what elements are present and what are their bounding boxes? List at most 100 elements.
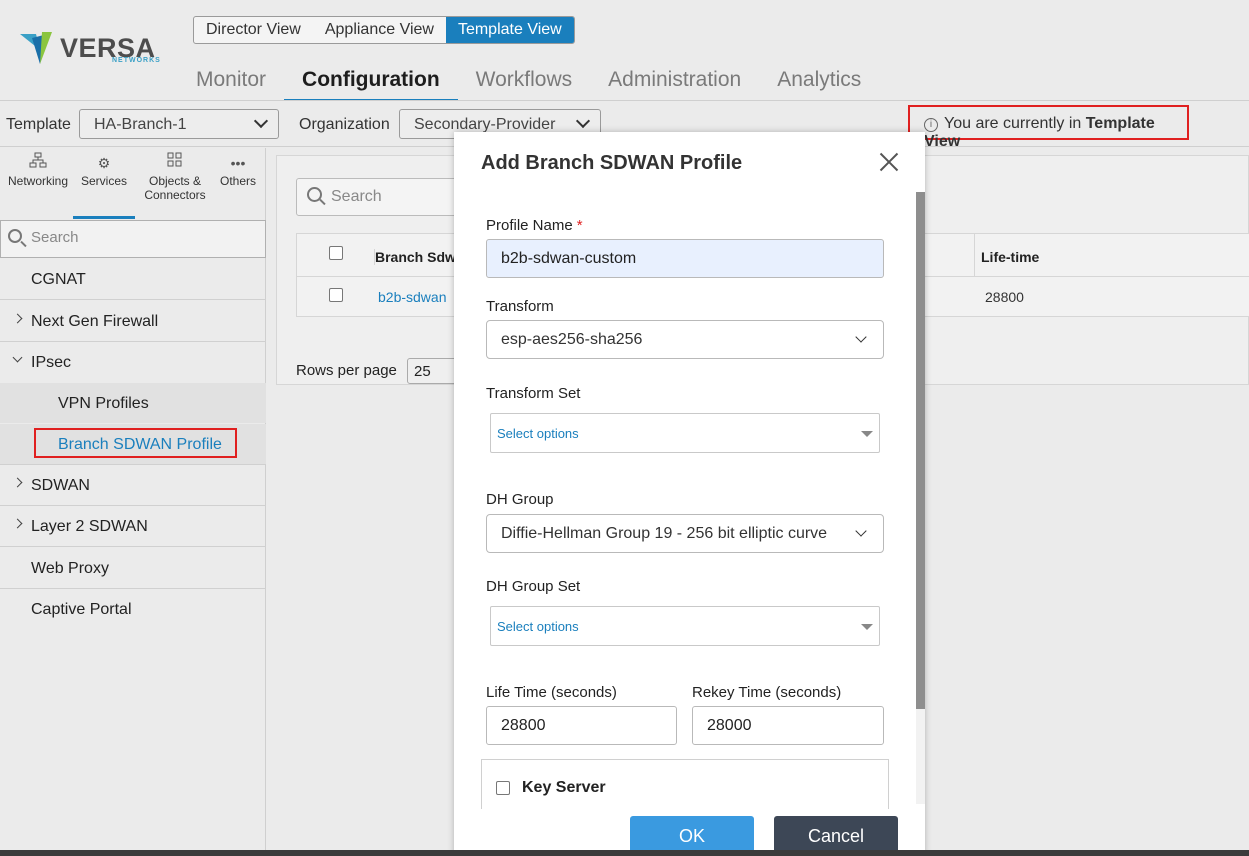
objects-icon (139, 152, 211, 174)
modal-title: Add Branch SDWAN Profile (481, 152, 743, 174)
chevron-down-icon (855, 525, 867, 537)
dh-group-set-placeholder: Select options (497, 619, 579, 634)
app-header: VERSA NETWORKS Director View Appliance V… (0, 0, 1249, 102)
tab-others[interactable]: ••• Others (214, 152, 262, 188)
template-select[interactable]: HA-Branch-1 (79, 109, 279, 139)
dh-group-set-multiselect[interactable]: Select options (490, 606, 880, 646)
template-view-notice: i You are currently in Template View (908, 105, 1189, 150)
life-time-label: Life Time (seconds) (486, 684, 617, 701)
transform-set-multiselect[interactable]: Select options (490, 413, 880, 453)
nav-configuration[interactable]: Configuration (284, 62, 458, 102)
sidebar-search (0, 220, 266, 258)
chevron-right-icon (12, 477, 23, 488)
sidebar-item-branch-sdwan-profile[interactable]: Branch SDWAN Profile (0, 424, 266, 465)
tab-objects-connectors[interactable]: Objects & Connectors (139, 152, 211, 202)
main-nav: Monitor Configuration Workflows Administ… (178, 62, 879, 102)
chevron-down-icon (855, 331, 867, 343)
add-branch-sdwan-profile-modal: Add Branch SDWAN Profile Profile Name* T… (454, 132, 925, 856)
key-server-section: Key Server (481, 759, 889, 809)
profile-name-input[interactable] (486, 239, 884, 278)
tab-others-label: Others (219, 174, 256, 188)
sidebar-item-label: Web Proxy (31, 560, 109, 577)
column-life-time[interactable]: Life-time (981, 249, 1039, 265)
organization-label: Organization (299, 116, 390, 133)
sidebar-tabs: Networking ⚙ Services Objects & Connecto… (0, 148, 266, 219)
appliance-view-button[interactable]: Appliance View (313, 17, 446, 43)
dh-group-value: Diffie-Hellman Group 19 - 256 bit ellipt… (501, 525, 828, 542)
column-branch-sdwan[interactable]: Branch Sdwa (374, 249, 464, 265)
nav-analytics[interactable]: Analytics (759, 62, 879, 99)
template-select-value: HA-Branch-1 (94, 116, 187, 133)
required-marker: * (576, 217, 583, 234)
row-name-link[interactable]: b2b-sdwan (378, 289, 447, 305)
sidebar-item-captive-portal[interactable]: Captive Portal (0, 589, 266, 630)
sidebar-search-input[interactable] (31, 229, 251, 246)
sidebar-item-label: Layer 2 SDWAN (31, 518, 148, 535)
select-all-checkbox[interactable] (329, 246, 343, 260)
caret-down-icon (861, 624, 873, 630)
sidebar-item-label: Captive Portal (31, 601, 132, 618)
tab-networking-label: Networking (7, 174, 69, 188)
transform-label: Transform (486, 298, 554, 315)
life-time-input[interactable] (486, 706, 677, 745)
chevron-down-icon (575, 113, 591, 129)
tab-services[interactable]: ⚙ Services (73, 152, 135, 219)
template-label: Template (6, 116, 71, 133)
versa-logo: VERSA NETWORKS (18, 26, 160, 70)
logo-subtext: NETWORKS (112, 57, 161, 64)
nav-administration[interactable]: Administration (590, 62, 759, 99)
profile-name-label-text: Profile Name (486, 217, 573, 234)
profile-name-label: Profile Name * (486, 217, 583, 234)
modal-scrollbar-thumb[interactable] (916, 192, 925, 709)
rows-per-page-label: Rows per page (296, 362, 397, 379)
rows-per-page-select[interactable]: 25 (407, 358, 457, 384)
tab-objects-label: Objects & Connectors (144, 174, 206, 202)
director-view-button[interactable]: Director View (194, 17, 313, 43)
versa-logo-icon (20, 32, 52, 64)
dh-group-set-label: DH Group Set (486, 578, 581, 595)
sidebar-item-label: IPsec (31, 354, 72, 371)
sidebar: Networking ⚙ Services Objects & Connecto… (0, 148, 266, 856)
chevron-right-icon (12, 313, 23, 324)
sidebar-item-label: Next Gen Firewall (31, 313, 159, 330)
nav-workflows[interactable]: Workflows (458, 62, 590, 99)
sidebar-item-label: Branch SDWAN Profile (58, 436, 222, 453)
sidebar-item-next-gen-firewall[interactable]: Next Gen Firewall (0, 301, 266, 342)
sidebar-item-layer2-sdwan[interactable]: Layer 2 SDWAN (0, 506, 266, 547)
chevron-right-icon (12, 518, 23, 529)
transform-set-label: Transform Set (486, 385, 581, 402)
tab-networking[interactable]: Networking (4, 152, 72, 188)
sidebar-item-label: SDWAN (31, 477, 90, 494)
caret-down-icon (861, 431, 873, 437)
chevron-down-icon (12, 352, 23, 363)
dh-group-select[interactable]: Diffie-Hellman Group 19 - 256 bit ellipt… (486, 514, 884, 553)
row-lifetime: 28800 (985, 289, 1024, 305)
row-checkbox[interactable] (329, 288, 343, 302)
sidebar-item-sdwan[interactable]: SDWAN (0, 465, 266, 506)
sidebar-item-ipsec[interactable]: IPsec (0, 342, 266, 383)
others-icon: ••• (230, 155, 246, 171)
rekey-time-input[interactable] (692, 706, 884, 745)
networking-icon (4, 152, 72, 174)
template-view-button[interactable]: Template View (445, 17, 574, 43)
content-search-input[interactable] (331, 188, 461, 206)
sidebar-item-vpn-profiles[interactable]: VPN Profiles (0, 383, 266, 423)
search-icon (8, 229, 22, 243)
close-icon[interactable] (878, 151, 900, 173)
nav-monitor[interactable]: Monitor (178, 62, 284, 99)
transform-set-placeholder: Select options (497, 426, 579, 441)
content-search (296, 178, 466, 216)
sidebar-item-web-proxy[interactable]: Web Proxy (0, 548, 266, 589)
key-server-checkbox[interactable] (496, 781, 510, 795)
key-server-label: Key Server (522, 779, 606, 796)
sidebar-item-label: CGNAT (31, 271, 86, 288)
transform-value: esp-aes256-sha256 (501, 331, 643, 348)
bottom-bar (0, 850, 1249, 856)
view-switcher: Director View Appliance View Template Vi… (193, 16, 575, 44)
sidebar-item-label: VPN Profiles (58, 395, 149, 412)
rekey-time-label: Rekey Time (seconds) (692, 684, 842, 701)
sidebar-item-cgnat[interactable]: CGNAT (0, 259, 266, 300)
transform-select[interactable]: esp-aes256-sha256 (486, 320, 884, 359)
rows-per-page-value: 25 (414, 363, 431, 380)
info-icon: i (924, 118, 938, 132)
